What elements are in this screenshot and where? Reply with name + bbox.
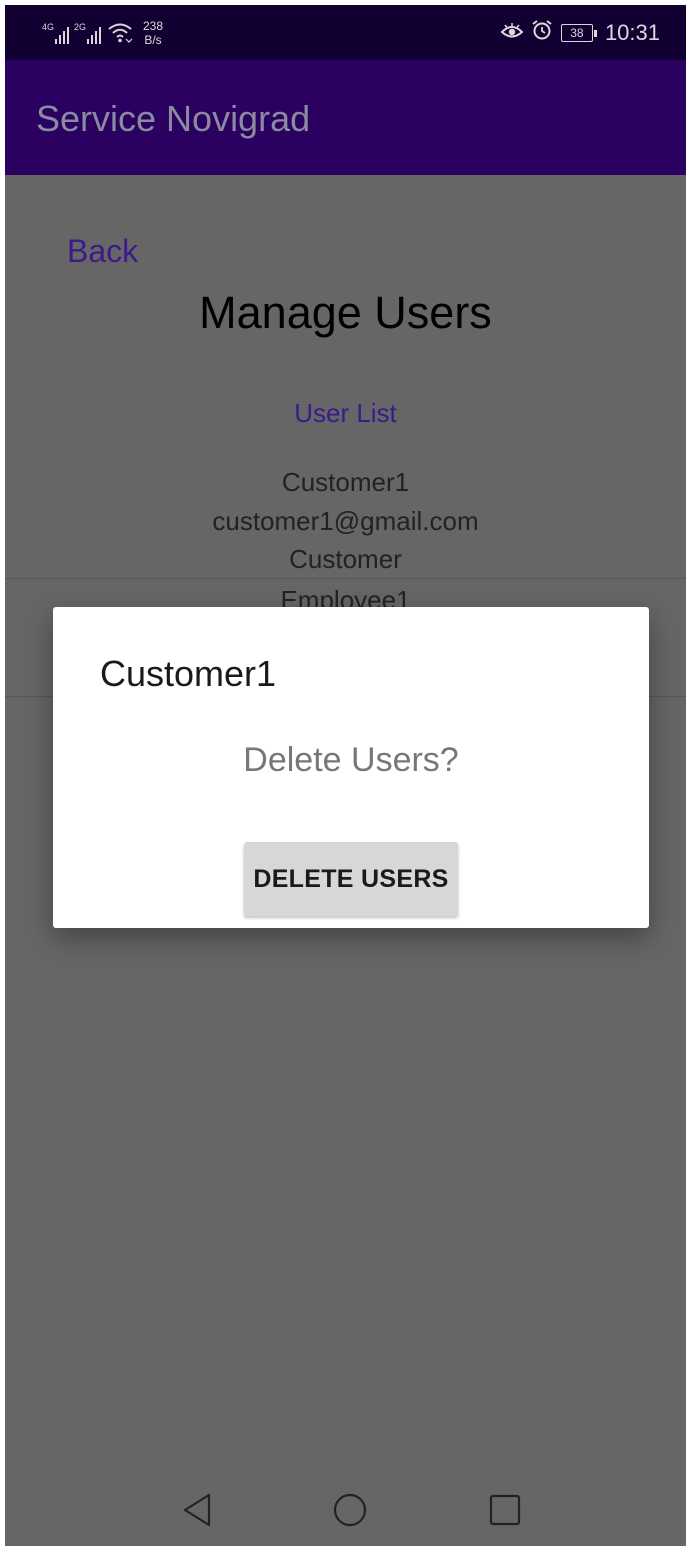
status-time: 10:31 xyxy=(604,20,660,45)
wifi-icon xyxy=(107,21,133,46)
home-circle-icon[interactable] xyxy=(333,1493,367,1532)
navigation-bar xyxy=(5,1475,686,1546)
user-role: Customer xyxy=(289,544,402,574)
status-right-group: 38 10:31 xyxy=(500,17,660,49)
page-title: Manage Users xyxy=(199,287,492,338)
user-email: customer1@gmail.com xyxy=(212,506,479,536)
alarm-icon xyxy=(531,19,553,47)
app-bar: Service Novigrad xyxy=(5,60,686,175)
eye-comfort-icon xyxy=(500,20,524,46)
delete-user-dialog: Customer1 Delete Users? DELETE USERS xyxy=(53,607,649,928)
dialog-message: Delete Users? xyxy=(243,741,459,779)
status-bar: 4G 2G 238 B/s 38 10:31 xyxy=(5,5,686,60)
back-link[interactable]: Back xyxy=(67,233,138,270)
signal-2g-label: 2G xyxy=(74,22,87,32)
status-left-group: 4G 2G 238 B/s xyxy=(42,15,163,51)
user-name: Customer1 xyxy=(281,467,410,497)
list-divider xyxy=(5,578,686,579)
signal-4g-icon: 4G xyxy=(42,22,69,44)
network-speed-unit: B/s xyxy=(144,33,162,47)
app-title: Service Novigrad xyxy=(36,98,311,139)
network-speed-value: 238 xyxy=(143,19,164,33)
back-triangle-icon[interactable] xyxy=(181,1493,213,1532)
network-speed: 238 B/s xyxy=(143,19,163,47)
recents-square-icon[interactable] xyxy=(489,1493,521,1532)
battery-icon: 38 xyxy=(560,24,597,42)
screen: 4G 2G 238 B/s 38 10:31 Service Novigrad … xyxy=(5,5,686,1546)
signal-4g-label: 4G xyxy=(42,22,55,32)
delete-users-button[interactable]: DELETE USERS xyxy=(244,842,458,916)
dialog-title: Customer1 xyxy=(100,653,277,694)
user-list-label: User List xyxy=(294,398,397,428)
signal-2g-icon: 2G xyxy=(74,22,101,44)
battery-level: 38 xyxy=(560,24,593,42)
